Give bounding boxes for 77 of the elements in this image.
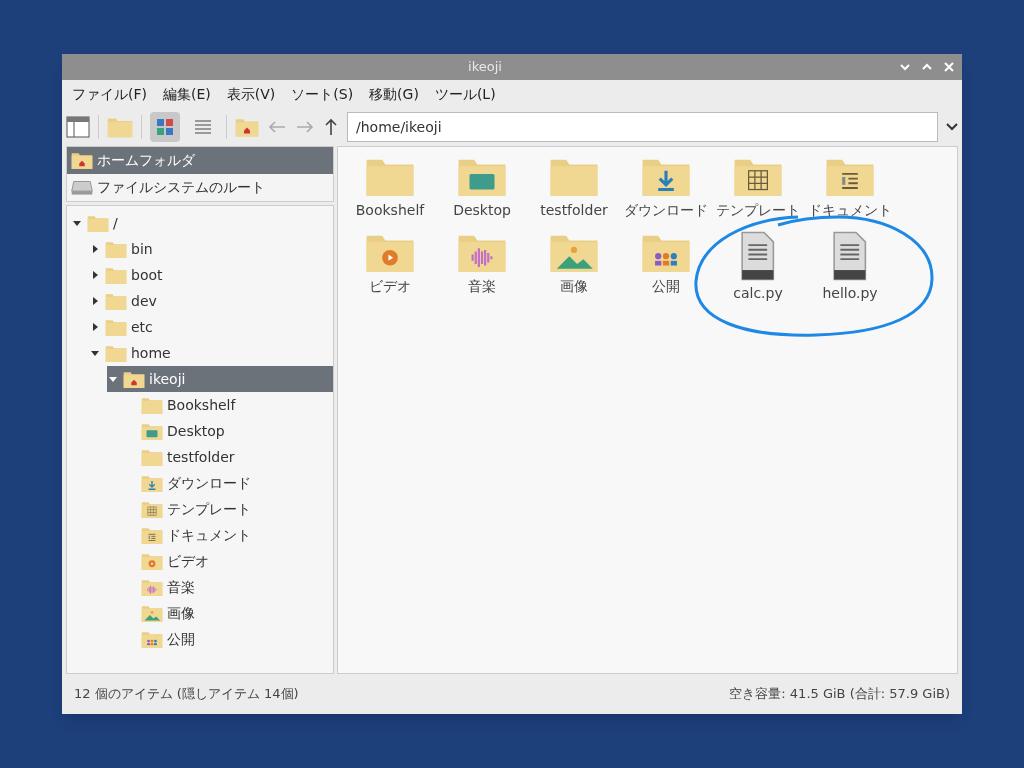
folder-icon (105, 265, 127, 285)
template-folder-icon (141, 499, 163, 519)
music-folder-icon (141, 577, 163, 597)
tree-item[interactable]: ikeoji (107, 366, 333, 392)
file-item[interactable]: ビデオ (346, 231, 434, 303)
tree-item[interactable]: Desktop (125, 418, 333, 444)
place-item[interactable]: ファイルシステムのルート (67, 174, 333, 201)
home-folder-icon (235, 116, 259, 138)
tree-item[interactable]: ビデオ (125, 548, 333, 574)
file-item[interactable]: calc.py (714, 231, 802, 303)
pictures-folder-icon (141, 603, 163, 623)
file-item[interactable]: testfolder (530, 155, 618, 219)
path-field[interactable]: /home/ikeoji (347, 112, 938, 142)
tree-item[interactable]: etc (89, 314, 333, 340)
file-item[interactable]: ダウンロード (622, 155, 710, 219)
file-item[interactable]: Desktop (438, 155, 526, 219)
folder-icon (105, 317, 127, 337)
tree-item[interactable]: home (89, 340, 333, 366)
folder-icon (105, 239, 127, 259)
home-folder-icon (123, 369, 145, 389)
place-item[interactable]: ホームフォルダ (67, 147, 333, 174)
tree-item[interactable]: dev (89, 288, 333, 314)
folder-icon (141, 395, 163, 415)
maximize-icon[interactable] (922, 62, 932, 72)
dropdown-caret-icon[interactable] (946, 123, 958, 131)
document-file-icon (831, 231, 869, 281)
collapse-arrow-icon[interactable] (91, 349, 99, 357)
close-icon[interactable] (944, 62, 954, 72)
tree-item[interactable]: テンプレート (125, 496, 333, 522)
menu-item[interactable]: 表示(V) (220, 83, 282, 105)
file-item[interactable]: hello.py (806, 231, 894, 303)
window-title: ikeoji (467, 58, 503, 77)
document-folder-icon (141, 525, 163, 545)
menu-item[interactable]: ファイル(F) (66, 83, 153, 105)
menu-item[interactable]: 移動(G) (363, 83, 425, 105)
expand-arrow-icon[interactable] (91, 271, 99, 279)
menu-item[interactable]: 編集(E) (157, 83, 217, 105)
expand-arrow-icon[interactable] (91, 297, 99, 305)
collapse-arrow-icon[interactable] (73, 219, 81, 227)
download-folder-icon (141, 473, 163, 493)
expand-arrow-icon[interactable] (91, 245, 99, 253)
tree-item[interactable]: 公開 (125, 626, 333, 652)
public-folder-icon (141, 629, 163, 649)
folder-icon (105, 343, 127, 363)
folder-icon (87, 213, 109, 233)
tree-item[interactable]: boot (89, 262, 333, 288)
home-folder-icon (71, 151, 93, 170)
video-folder-icon (141, 551, 163, 571)
tree-item[interactable]: testfolder (125, 444, 333, 470)
desktop-folder-icon (141, 421, 163, 441)
tree-item[interactable]: / (71, 210, 333, 236)
tree-item[interactable]: ドキュメント (125, 522, 333, 548)
tree-item[interactable]: ダウンロード (125, 470, 333, 496)
up-arrow-icon[interactable] (323, 117, 339, 137)
minimize-icon[interactable] (900, 62, 910, 72)
grid-icon (156, 118, 174, 136)
tree-item[interactable]: 画像 (125, 600, 333, 626)
file-item[interactable]: 画像 (530, 231, 618, 303)
folder-icon (105, 291, 127, 311)
tree-item[interactable]: Bookshelf (125, 392, 333, 418)
tree-item[interactable]: bin (89, 236, 333, 262)
file-item[interactable]: ドキュメント (806, 155, 894, 219)
drive-icon (71, 179, 93, 196)
item-count-status: 12 個のアイテム (隠しアイテム 14個) (74, 685, 299, 704)
folder-icon (141, 447, 163, 467)
menu-item[interactable]: ツール(L) (428, 83, 502, 105)
document-file-icon (739, 231, 777, 281)
file-item[interactable]: 音楽 (438, 231, 526, 303)
file-item[interactable]: Bookshelf (346, 155, 434, 219)
tree-item[interactable]: 音楽 (125, 574, 333, 600)
menu-item[interactable]: ソート(S) (285, 83, 360, 105)
file-item[interactable]: 公開 (622, 231, 710, 303)
expand-arrow-icon[interactable] (91, 323, 99, 331)
icon-view-button[interactable] (150, 112, 180, 142)
list-icon (194, 118, 212, 136)
free-space-status: 空き容量: 41.5 GiB (合計: 57.9 GiB) (729, 685, 950, 704)
side-pane-icon[interactable] (66, 116, 90, 138)
